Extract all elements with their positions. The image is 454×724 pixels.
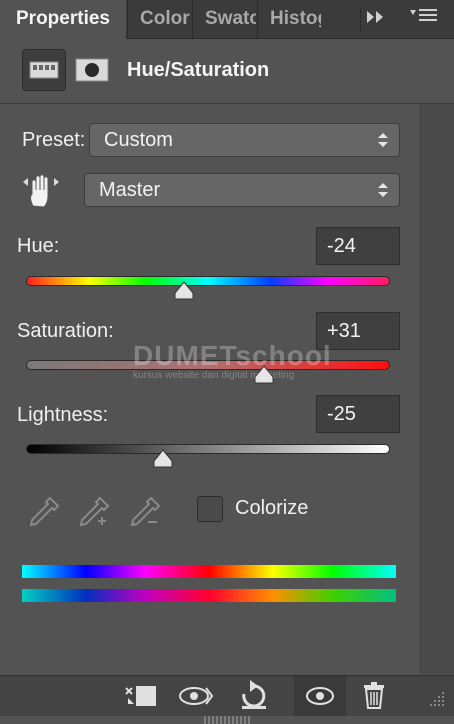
hue-slider-track[interactable] (26, 276, 390, 286)
properties-header: Hue/Saturation (0, 39, 454, 104)
tab-swatches[interactable]: Swatches (192, 0, 256, 38)
panel-tab-bar: Properties Color Swatches Histogram (0, 0, 454, 39)
colorize-checkbox[interactable] (197, 496, 223, 522)
watermark-tagline: kursus website dan digital marketing (133, 370, 295, 381)
preset-value: Custom (104, 129, 173, 151)
preset-label: Preset: (22, 129, 86, 151)
panel-title: Hue/Saturation (127, 59, 270, 81)
double-chevron-right-icon[interactable] (360, 6, 391, 32)
channel-dropdown[interactable]: Master (84, 173, 400, 207)
adjustment-icon[interactable] (22, 49, 66, 91)
tab-properties[interactable]: Properties (0, 0, 126, 39)
updown-arrow-icon (377, 175, 389, 209)
visibility-eye-icon[interactable] (294, 676, 346, 716)
hue-value-field[interactable]: -24 (316, 227, 400, 265)
eyedropper-icon[interactable] (26, 494, 62, 530)
trash-icon[interactable] (350, 676, 402, 716)
panel-footer (0, 675, 454, 716)
tab-histogram[interactable]: Histogram (257, 0, 321, 38)
layer-mask-icon[interactable] (72, 49, 116, 91)
lightness-value-field[interactable]: -25 (316, 395, 400, 433)
lightness-label: Lightness: (17, 404, 109, 426)
source-color-bar (22, 565, 396, 578)
reset-icon[interactable] (228, 676, 280, 716)
watermark-logo: DUMETschool (133, 340, 332, 371)
clip-to-layer-icon[interactable] (118, 676, 170, 716)
tab-color[interactable]: Color (127, 0, 191, 38)
hue-label: Hue: (17, 235, 60, 257)
preset-dropdown[interactable]: Custom (89, 123, 400, 157)
targeted-adjustment-hand-icon[interactable] (20, 170, 62, 210)
channel-value: Master (99, 179, 161, 201)
resize-grip-icon[interactable] (426, 688, 446, 708)
updown-arrow-icon (377, 125, 389, 159)
eyedropper-add-icon[interactable] (76, 494, 112, 530)
scrollbar[interactable] (420, 104, 454, 674)
panel-drag-grip[interactable] (204, 716, 250, 724)
eyedropper-subtract-icon[interactable] (127, 494, 163, 530)
colorize-label: Colorize (235, 497, 309, 519)
panel-menu-icon[interactable] (406, 6, 442, 32)
lightness-slider-track[interactable] (26, 444, 390, 454)
view-previous-state-icon[interactable] (172, 676, 224, 716)
saturation-label: Saturation: (17, 320, 114, 342)
adjusted-color-bar (22, 589, 396, 602)
